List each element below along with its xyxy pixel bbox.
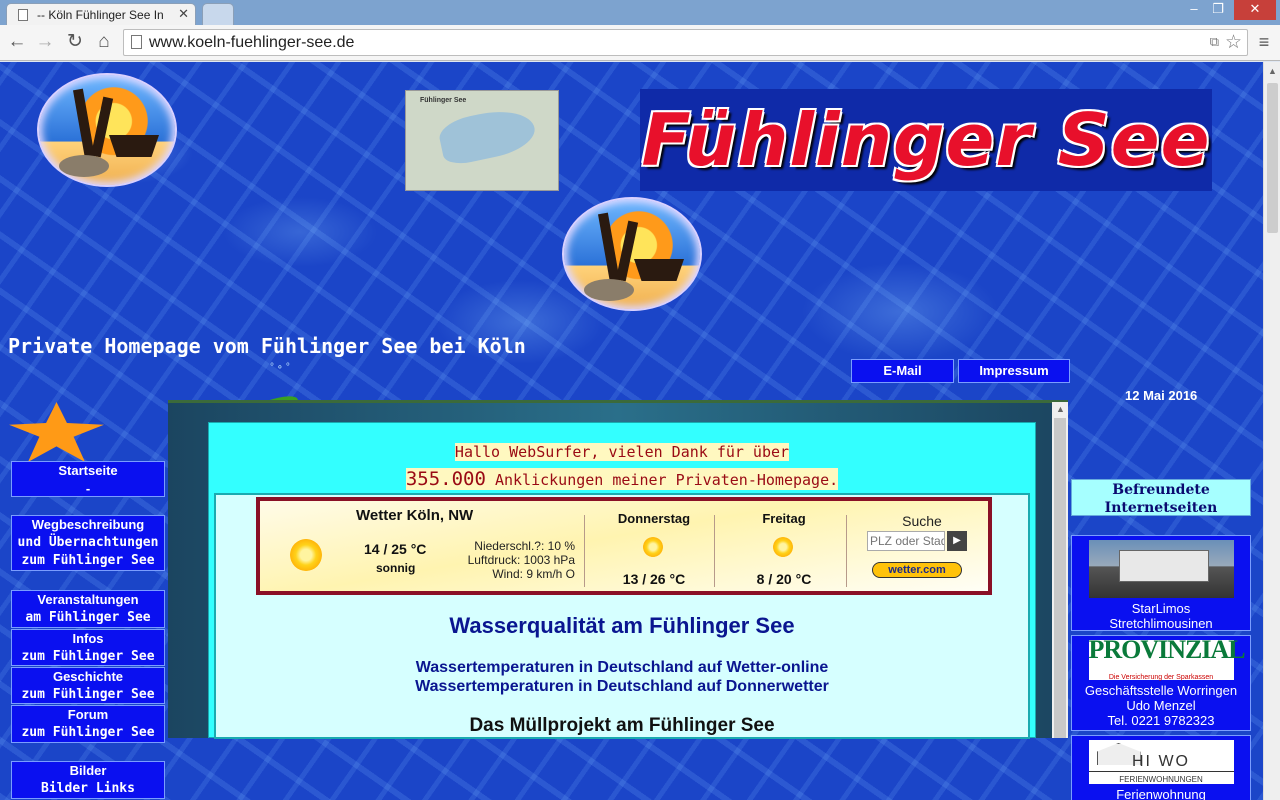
maximize-button[interactable]: ❐ bbox=[1204, 0, 1232, 20]
address-bar[interactable]: www.koeln-fuehlinger-see.de ⧉ ☆ bbox=[123, 29, 1248, 56]
nav-veranstaltungen[interactable]: Veranstaltungen am Fühlinger See bbox=[11, 590, 165, 628]
pressure: Luftdruck: 1003 hPa bbox=[467, 553, 575, 567]
welcome-line: Hallo WebSurfer, vielen Dank für über bbox=[454, 443, 790, 461]
tab-close-icon[interactable]: ✕ bbox=[178, 6, 189, 22]
starfish-icon bbox=[9, 402, 104, 462]
today-condition: sonnig bbox=[376, 561, 416, 575]
tab-active[interactable]: -- Köln Fühlinger See In ✕ bbox=[6, 3, 196, 25]
back-icon[interactable]: ← bbox=[5, 31, 29, 55]
visit-counter: 355.000 bbox=[405, 468, 486, 490]
ad-provinzial[interactable]: PROVINZIAL Die Versicherung der Sparkass… bbox=[1071, 635, 1251, 731]
menu-icon[interactable]: ≡ bbox=[1254, 32, 1274, 52]
page-icon bbox=[131, 35, 142, 49]
map-caption: Fühlinger See bbox=[420, 97, 467, 104]
friends-header: Befreundete Internetseiten bbox=[1071, 479, 1251, 516]
tab-title: -- Köln Fühlinger See In bbox=[37, 8, 164, 22]
page-scrollbar[interactable]: ▲ bbox=[1263, 62, 1280, 800]
lake-map-image[interactable]: Fühlinger See bbox=[405, 90, 559, 191]
nav-startseite[interactable]: Startseite - bbox=[11, 461, 165, 497]
email-button[interactable]: E-Mail bbox=[851, 359, 954, 383]
ad-starlimos[interactable]: StarLimos Stretchlimousinen bbox=[1071, 535, 1251, 631]
link-donnerwetter[interactable]: Wassertemperaturen in Deutschland auf Do… bbox=[216, 678, 1028, 696]
welcome-line-2: Anklickungen meiner Privaten-Homepage. bbox=[485, 471, 839, 489]
sun-icon bbox=[643, 537, 663, 557]
forecast-day-2: Freitag bbox=[762, 511, 806, 526]
tab-strip: -- Köln Fühlinger See In ✕ – ❐ ✕ bbox=[0, 0, 1280, 25]
page-scroll-thumb[interactable] bbox=[1267, 83, 1278, 233]
forward-icon[interactable]: → bbox=[33, 31, 57, 55]
translate-icon[interactable]: ⧉ bbox=[1210, 34, 1219, 50]
content-panel: Hallo WebSurfer, vielen Dank für über 35… bbox=[208, 422, 1036, 739]
island-logo-image bbox=[37, 73, 177, 187]
water-quality-title: Wasserqualität am Fühlinger See bbox=[449, 613, 795, 638]
hiwo-logo[interactable]: HI WO FERIENWOHNUNGEN bbox=[1088, 740, 1234, 784]
new-tab-button[interactable] bbox=[202, 3, 234, 25]
wetter-com-logo[interactable]: wetter.com bbox=[872, 562, 962, 578]
banner-title: Fühlinger See bbox=[641, 98, 1211, 182]
impressum-button[interactable]: Impressum bbox=[958, 359, 1070, 383]
weather-title: Wetter Köln, NW bbox=[356, 507, 474, 524]
nav-infos[interactable]: Infos zum Fühlinger See bbox=[11, 629, 165, 666]
muellprojekt-title: Das Müllprojekt am Fühlinger See bbox=[469, 715, 775, 736]
weather-search-input[interactable] bbox=[867, 531, 945, 551]
nav-wegbeschreibung[interactable]: Wegbeschreibung und Übernachtungen zum F… bbox=[11, 515, 165, 571]
welcome-box: Hallo WebSurfer, vielen Dank für über 35… bbox=[209, 423, 1035, 493]
nav-bilder[interactable]: Bilder Bilder Links bbox=[11, 761, 165, 799]
starlimos-image[interactable] bbox=[1088, 540, 1234, 598]
content-scroll-thumb[interactable] bbox=[1054, 418, 1066, 738]
link-wetter-online[interactable]: Wassertemperaturen in Deutschland auf We… bbox=[216, 659, 1028, 677]
precipitation: Niederschl.?: 10 % bbox=[474, 539, 575, 553]
scroll-up-icon[interactable]: ▲ bbox=[1268, 66, 1277, 76]
date-label: 12 Mai 2016 bbox=[1125, 388, 1198, 403]
provinzial-logo[interactable]: PROVINZIAL Die Versicherung der Sparkass… bbox=[1088, 637, 1246, 681]
nav-geschichte[interactable]: Geschichte zum Fühlinger See bbox=[11, 667, 165, 704]
today-temperature: 14 / 25 °C bbox=[364, 541, 427, 557]
forecast-day-1: Donnerstag bbox=[617, 511, 691, 526]
weather-search-label: Suche bbox=[902, 513, 942, 529]
info-panel: Wetter Köln, NW 14 / 25 °C sonnig Nieder… bbox=[214, 493, 1030, 739]
page-favicon-icon bbox=[18, 9, 28, 21]
sun-icon bbox=[773, 537, 793, 557]
scroll-up-icon[interactable]: ▲ bbox=[1056, 404, 1065, 414]
weather-search-button[interactable]: ▶ bbox=[947, 531, 967, 551]
island-logo-image-center bbox=[562, 197, 702, 311]
title-banner: Fühlinger See bbox=[640, 89, 1212, 191]
wind: Wind: 9 km/h O bbox=[492, 567, 575, 581]
sun-icon bbox=[290, 539, 322, 571]
close-window-button[interactable]: ✕ bbox=[1234, 0, 1276, 20]
ad-hiwo[interactable]: HI WO FERIENWOHNUNGEN Ferienwohnung bbox=[1071, 735, 1251, 800]
home-icon[interactable]: ⌂ bbox=[92, 31, 116, 55]
nav-forum[interactable]: Forum zum Fühlinger See bbox=[11, 705, 165, 743]
star-icon[interactable]: ☆ bbox=[1225, 31, 1242, 54]
page-subtitle: Private Homepage vom Fühlinger See bei K… bbox=[8, 334, 526, 358]
forecast-temp-2: 8 / 20 °C bbox=[756, 571, 812, 587]
content-scrollbar[interactable]: ▲ bbox=[1052, 402, 1068, 738]
browser-toolbar: ← → ↻ ⌂ www.koeln-fuehlinger-see.de ⧉ ☆ … bbox=[0, 25, 1280, 61]
url-text[interactable]: www.koeln-fuehlinger-see.de bbox=[149, 34, 354, 52]
weather-widget[interactable]: Wetter Köln, NW 14 / 25 °C sonnig Nieder… bbox=[256, 497, 992, 595]
forecast-temp-1: 13 / 26 °C bbox=[622, 571, 686, 587]
reload-icon[interactable]: ↻ bbox=[63, 31, 87, 55]
